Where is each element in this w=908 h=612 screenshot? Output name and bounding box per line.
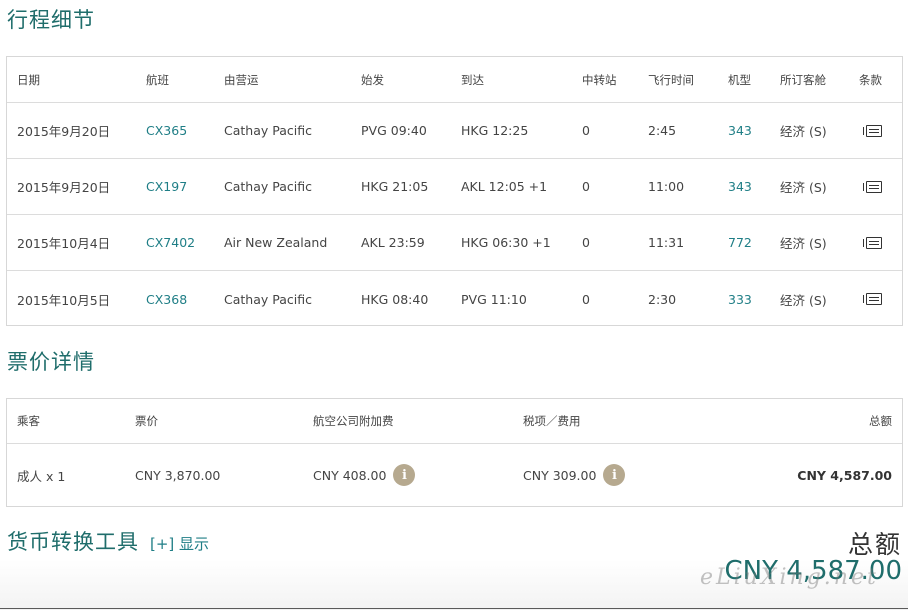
table-row: 2015年9月20日 CX365 Cathay Pacific PVG 09:4…: [7, 103, 902, 159]
row-departure: PVG 09:40: [361, 123, 427, 138]
row-operator: Cathay Pacific: [224, 291, 312, 307]
flight-link[interactable]: CX7402: [146, 215, 195, 270]
aircraft-link[interactable]: 343: [728, 159, 752, 214]
fare-surcharge-value: CNY 408.00: [313, 467, 387, 483]
flight-link[interactable]: CX368: [146, 271, 187, 327]
itinerary-table: 日期 航班 由营运 始发 到达 中转站 飞行时间 机型 所订客舱 条款 2015…: [6, 56, 903, 326]
col-duration: 飞行时间: [648, 72, 694, 87]
fare-taxes-value: CNY 309.00: [523, 467, 597, 483]
converter-title: 货币转换工具: [7, 530, 139, 554]
col-terms: 条款: [859, 72, 882, 87]
watermark: eLiuXing.net: [700, 565, 879, 590]
row-arrival: PVG 11:10: [461, 291, 527, 307]
document-icon: [863, 180, 882, 193]
row-departure: AKL 23:59: [361, 235, 425, 250]
aircraft-link[interactable]: 333: [728, 271, 752, 327]
table-row: 2015年9月20日 CX197 Cathay Pacific HKG 21:0…: [7, 159, 902, 215]
itinerary-header-row: 日期 航班 由营运 始发 到达 中转站 飞行时间 机型 所订客舱 条款: [7, 57, 902, 103]
info-icon[interactable]: i: [393, 464, 416, 486]
row-duration: 2:45: [648, 123, 677, 138]
row-cabin: 经济 (S): [780, 236, 827, 251]
col-departure: 始发: [361, 72, 384, 87]
col-flight: 航班: [146, 72, 169, 87]
col-cabin: 所订客舱: [780, 72, 826, 87]
itinerary-title: 行程细节: [7, 8, 95, 32]
table-row: 2015年10月5日 CX368 Cathay Pacific HKG 08:4…: [7, 271, 902, 327]
terms-button[interactable]: [859, 159, 882, 214]
flight-link[interactable]: CX365: [146, 103, 187, 158]
flight-link[interactable]: CX197: [146, 159, 187, 214]
col-passenger: 乘客: [17, 414, 40, 428]
aircraft-link[interactable]: 343: [728, 103, 752, 158]
fare-header-row: 乘客 票价 航空公司附加费 税项／费用 总额: [7, 399, 902, 444]
row-duration: 2:30: [648, 291, 677, 307]
aircraft-link[interactable]: 772: [728, 215, 752, 270]
fare-surcharge: CNY 408.00 i: [313, 444, 416, 506]
divider: [0, 608, 908, 609]
col-stops: 中转站: [582, 72, 617, 87]
row-stops: 0: [582, 291, 590, 307]
fare-total: CNY 4,587.00: [797, 467, 892, 483]
document-icon: [863, 236, 882, 249]
row-duration: 11:00: [648, 179, 685, 194]
terms-button[interactable]: [859, 215, 882, 270]
row-operator: Cathay Pacific: [224, 179, 312, 194]
row-cabin: 经济 (S): [780, 124, 827, 139]
col-fare: 票价: [135, 414, 158, 428]
document-icon: [863, 124, 882, 137]
terms-button[interactable]: [859, 271, 882, 327]
row-date: 2015年9月20日: [17, 124, 111, 139]
row-stops: 0: [582, 235, 590, 250]
col-arrival: 到达: [461, 72, 484, 87]
row-date: 2015年10月4日: [17, 236, 111, 251]
fare-table: 乘客 票价 航空公司附加费 税项／费用 总额 成人 x 1 CNY 3,870.…: [6, 398, 903, 507]
fare-taxes: CNY 309.00 i: [523, 444, 626, 506]
row-duration: 11:31: [648, 235, 685, 250]
row-departure: HKG 21:05: [361, 179, 429, 194]
fare-title: 票价详情: [7, 350, 95, 374]
row-arrival: HKG 06:30 +1: [461, 235, 551, 250]
fare-passenger: 成人 x 1: [17, 468, 66, 484]
document-icon: [863, 293, 882, 305]
info-icon[interactable]: i: [603, 464, 626, 486]
col-operator: 由营运: [224, 72, 259, 87]
row-operator: Cathay Pacific: [224, 123, 312, 138]
row-arrival: AKL 12:05 +1: [461, 179, 548, 194]
row-cabin: 经济 (S): [780, 292, 827, 308]
table-row: 2015年10月4日 CX7402 Air New Zealand AKL 23…: [7, 215, 902, 271]
col-surcharge: 航空公司附加费: [313, 414, 394, 428]
terms-button[interactable]: [859, 103, 882, 158]
row-stops: 0: [582, 179, 590, 194]
row-departure: HKG 08:40: [361, 291, 429, 307]
converter-show-toggle[interactable]: [+] 显示: [150, 533, 209, 554]
row-date: 2015年10月5日: [17, 292, 111, 308]
row-arrival: HKG 12:25: [461, 123, 529, 138]
col-taxes: 税项／费用: [523, 414, 581, 428]
row-cabin: 经济 (S): [780, 180, 827, 195]
col-total: 总额: [869, 414, 892, 428]
col-aircraft: 机型: [728, 72, 751, 87]
fare-row: 成人 x 1 CNY 3,870.00 CNY 408.00 i CNY 309…: [7, 444, 902, 506]
fare-base: CNY 3,870.00: [135, 467, 221, 483]
row-date: 2015年9月20日: [17, 180, 111, 195]
row-operator: Air New Zealand: [224, 235, 328, 250]
col-date: 日期: [17, 72, 40, 87]
row-stops: 0: [582, 123, 590, 138]
